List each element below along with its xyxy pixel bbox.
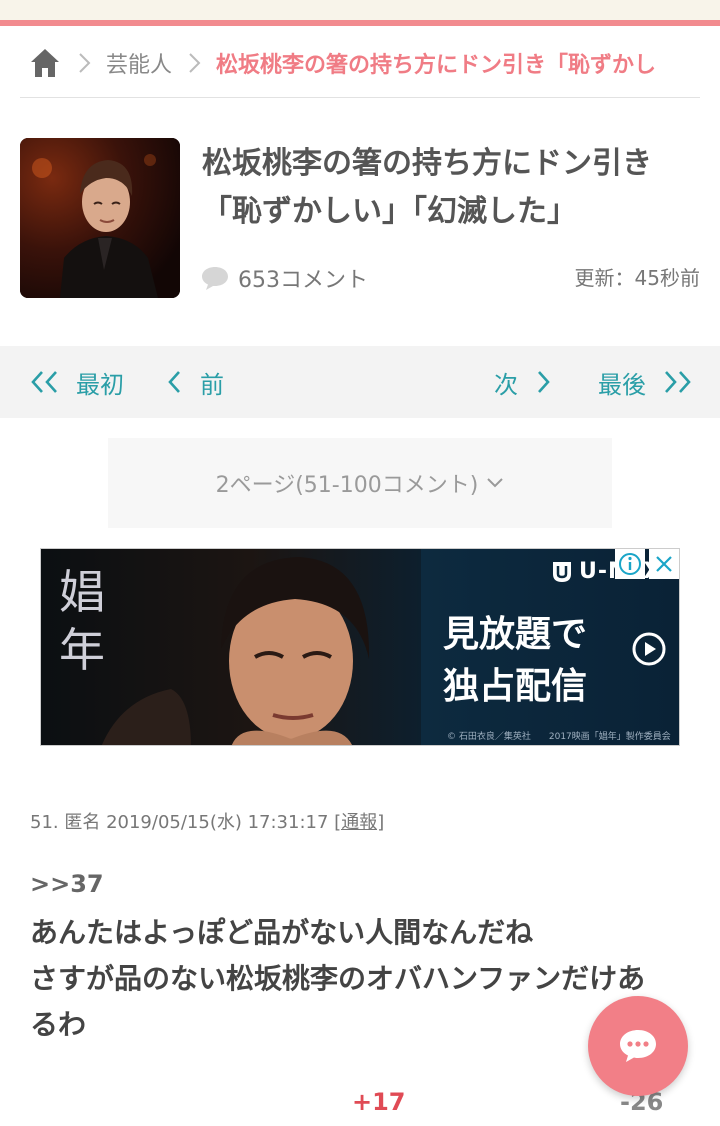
breadcrumb: 芸能人 松坂桃李の箸の持ち方にドン引き「恥ずかし xyxy=(20,28,700,98)
ad-headline: 見放題で 独占配信 xyxy=(443,609,633,713)
next-page-link[interactable]: 次 xyxy=(494,346,554,418)
home-icon[interactable] xyxy=(28,46,62,80)
last-page-label: 最後 xyxy=(598,370,646,399)
prev-page-label: 前 xyxy=(200,370,224,399)
last-page-link[interactable]: 最後 xyxy=(598,346,694,418)
comment-fab-button[interactable] xyxy=(588,996,688,1096)
page-select-label: 2ページ(51-100コメント) xyxy=(215,473,479,498)
first-page-label: 最初 xyxy=(76,370,124,399)
first-page-link[interactable]: 最初 xyxy=(28,346,124,418)
page-select-dropdown[interactable]: 2ページ(51-100コメント) xyxy=(108,438,612,528)
article-thumbnail[interactable] xyxy=(20,138,180,298)
speech-bubble-icon xyxy=(202,267,228,290)
play-icon[interactable] xyxy=(631,631,667,667)
updated-time: 更新：45秒前 xyxy=(574,266,700,290)
info-icon[interactable] xyxy=(615,549,645,579)
top-strip xyxy=(0,0,720,20)
next-page-label: 次 xyxy=(494,370,518,399)
double-chevron-left-icon xyxy=(31,371,57,393)
breadcrumb-current: 松坂桃李の箸の持ち方にドン引き「恥ずかし xyxy=(216,52,657,78)
ad-headline-line2: 独占配信 xyxy=(443,666,588,707)
chat-bubble-icon xyxy=(620,1030,656,1062)
article-header: 松坂桃李の箸の持ち方にドン引き 「恥ずかしい」「幻滅した」 653コメント 更新… xyxy=(20,138,700,300)
ad-headline-line1: 見放題で xyxy=(443,614,588,655)
ad-film-title: 娼年 xyxy=(59,565,105,677)
comment-line1: あんたはよっぽど品がない人間なんだね xyxy=(30,916,534,949)
report-link[interactable]: [通報] xyxy=(334,812,384,833)
chevron-right-icon xyxy=(79,52,91,73)
prev-page-link[interactable]: 前 xyxy=(164,346,224,418)
chevron-left-icon xyxy=(168,371,180,393)
top-accent-line xyxy=(0,20,720,26)
breadcrumb-category[interactable]: 芸能人 xyxy=(106,47,172,79)
ad-credit: © 石田衣良／集英社 2017映画「娼年」製作委員会 xyxy=(447,732,671,742)
article-title-line2: 「恥ずかしい」「幻滅した」 xyxy=(202,194,577,229)
comment-meta: 51. 匿名 2019/05/15(水) 17:31:17 [通報] xyxy=(30,808,384,834)
upvote-button[interactable]: +17 xyxy=(352,1088,406,1116)
close-icon[interactable] xyxy=(649,549,679,579)
comment-meta-text: 51. 匿名 2019/05/15(水) 17:31:17 xyxy=(30,812,329,833)
ad-banner[interactable]: 娼年 U-NEXT 見放題で 独占配信 © 石田衣良／集英社 2017映画「娼年… xyxy=(40,548,680,746)
unext-logo-icon xyxy=(553,561,571,582)
article-title-line1: 松坂桃李の箸の持ち方にドン引き xyxy=(202,146,652,181)
chevron-right-icon xyxy=(189,52,201,73)
comment-count[interactable]: 653コメント xyxy=(200,262,368,294)
article-title: 松坂桃李の箸の持ち方にドン引き 「恥ずかしい」「幻滅した」 xyxy=(202,140,700,236)
chevron-right-icon xyxy=(538,371,550,393)
chevron-down-icon xyxy=(487,478,504,488)
pagination-bar: 最初 前 次 最後 xyxy=(0,346,720,418)
comment-reply-ref[interactable]: >>37 xyxy=(30,870,104,898)
comment-line2: さすが品のない松坂桃李のオバハンファンだけあ xyxy=(30,962,646,995)
double-chevron-right-icon xyxy=(665,371,691,393)
comment-count-label: 653コメント xyxy=(238,268,368,293)
